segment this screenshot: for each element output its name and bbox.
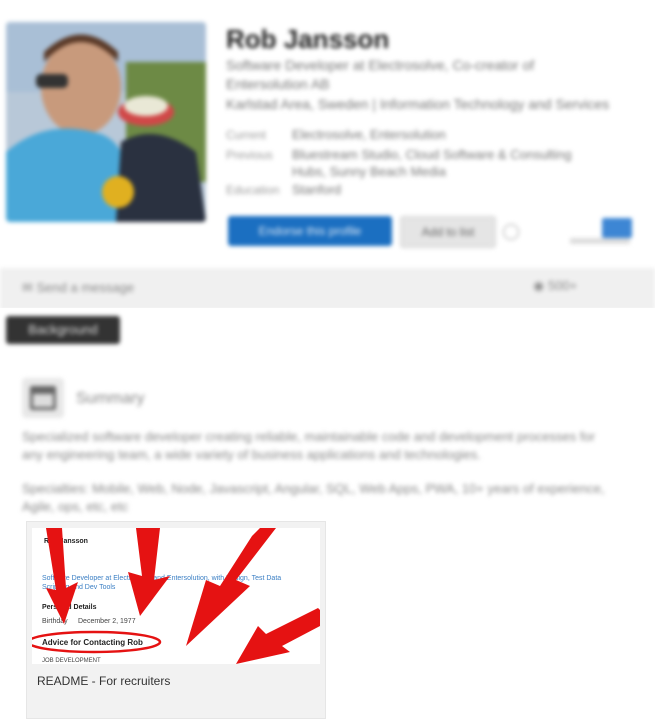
send-message-label: Send a message — [36, 280, 135, 295]
profile-photo-image — [6, 22, 206, 222]
education-label: Education — [226, 183, 280, 197]
endorse-button[interactable]: Endorse this profile — [228, 216, 392, 246]
profile-action-bar: ✉ Send a message ◉ 500+ — [0, 268, 655, 309]
profile-card: Rob Jansson Software Developer at Electr… — [0, 0, 655, 268]
specialties-paragraph: Specialties: Mobile, Web, Node, Javascri… — [22, 481, 605, 514]
eye-icon: ◉ — [533, 278, 548, 293]
send-message-link[interactable]: ✉ Send a message — [22, 280, 134, 296]
headline-cont: Entersolution AB — [226, 76, 330, 92]
summary-title: Summary — [76, 390, 145, 407]
profile-photo[interactable] — [6, 22, 206, 222]
summary-paragraph: Specialized software developer creating … — [22, 429, 596, 462]
current-label: Current — [226, 128, 267, 142]
red-arrows-overlay — [32, 528, 320, 664]
connections-label: 500+ — [547, 278, 578, 293]
summary-icon — [22, 378, 64, 418]
envelope-icon: ✉ — [22, 280, 37, 295]
badge-caption — [570, 238, 630, 244]
attachment-caption: README - For recruiters — [37, 674, 171, 688]
attachment-card[interactable]: Rob Jansson Software Developer at Electr… — [26, 521, 326, 719]
background-tag: Background — [6, 316, 120, 344]
linkedin-badge-icon — [602, 218, 632, 238]
headline: Software Developer at Electrosolve, Co-c… — [226, 57, 535, 73]
current-value[interactable]: Electrosolve, Entersolution — [292, 126, 446, 143]
attachment-thumbnail[interactable]: Rob Jansson Software Developer at Electr… — [32, 528, 320, 664]
add-to-list-button[interactable]: Add to list — [400, 216, 496, 248]
previous-label: Previous — [226, 148, 273, 162]
calendar-icon — [30, 386, 56, 410]
education-value[interactable]: Stanford — [292, 181, 341, 198]
info-icon[interactable] — [503, 224, 519, 240]
connections-count[interactable]: ◉ 500+ — [533, 278, 633, 298]
location-industry: Karlstad Area, Sweden | Information Tech… — [226, 96, 610, 112]
previous-value-cont[interactable]: Hubs, Sunny Beach Media — [292, 163, 446, 180]
profile-name: Rob Jansson — [226, 24, 390, 54]
previous-value[interactable]: Bluestream Studio, Cloud Software & Cons… — [292, 146, 572, 163]
